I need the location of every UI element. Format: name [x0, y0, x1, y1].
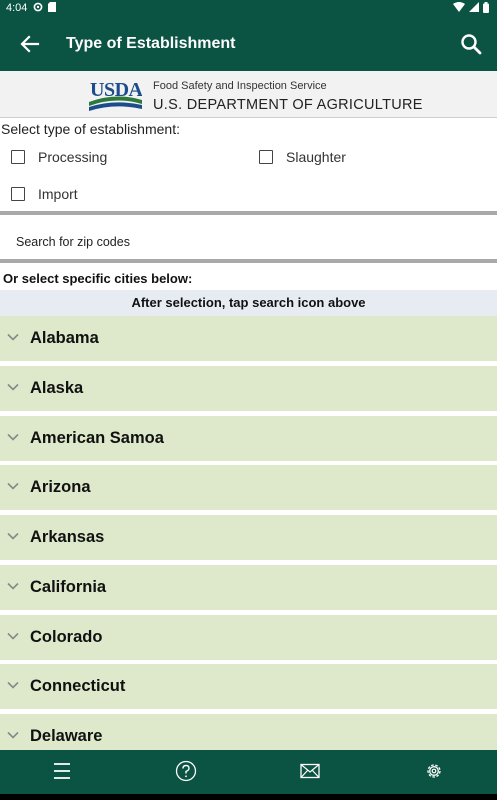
bottom-nav: [0, 750, 497, 794]
divider: [0, 211, 497, 215]
state-row[interactable]: Alaska: [0, 365, 497, 411]
chevron-down-icon: [7, 682, 19, 689]
department-name: U.S. DEPARTMENT OF AGRICULTURE: [153, 97, 423, 113]
state-name: Alabama: [30, 329, 99, 347]
chevron-down-icon: [7, 433, 19, 441]
zip-search-input[interactable]: Search for zip codes: [16, 235, 130, 249]
checkbox-icon: [11, 150, 25, 164]
chevron-down-icon: [7, 582, 19, 590]
page-title: Type of Establishment: [66, 35, 236, 52]
state-name: Delaware: [30, 727, 103, 745]
app-bar: Type of Establishment: [0, 18, 497, 71]
state-name: Arizona: [30, 478, 91, 497]
state-name: American Samoa: [30, 428, 164, 447]
back-arrow-icon[interactable]: [18, 32, 42, 56]
settings-status-icon: [33, 2, 43, 12]
agency-name: Food Safety and Inspection Service: [153, 80, 327, 92]
chevron-down-icon: [7, 632, 19, 640]
import-checkbox[interactable]: Import: [11, 186, 78, 202]
status-time: 4:04: [6, 2, 28, 14]
usda-banner: USDA Food Safety and Inspection Service …: [0, 71, 497, 118]
help-icon[interactable]: [175, 760, 197, 782]
slaughter-checkbox[interactable]: Slaughter: [259, 149, 346, 165]
chevron-down-icon: [7, 483, 19, 490]
state-row[interactable]: Connecticut: [0, 664, 497, 710]
establishment-type-label: Select type of establishment:: [1, 121, 180, 137]
state-row[interactable]: Colorado: [0, 614, 497, 660]
state-row[interactable]: American Samoa: [0, 415, 497, 461]
state-row[interactable]: Alabama: [0, 316, 497, 361]
checkbox-icon: [11, 187, 25, 201]
signal-icon: [469, 2, 479, 12]
processing-label: Processing: [38, 149, 108, 165]
status-bar: 4:04: [0, 0, 497, 18]
state-name: Arkansas: [30, 528, 105, 546]
battery-icon: [483, 2, 489, 13]
import-label: Import: [38, 186, 78, 202]
cities-label: Or select specific cities below:: [3, 271, 193, 286]
state-row[interactable]: Arkansas: [0, 515, 497, 560]
state-name: California: [30, 577, 107, 596]
wifi-icon: [453, 2, 465, 12]
search-icon[interactable]: [459, 32, 483, 56]
state-name: Colorado: [30, 627, 103, 646]
state-name: Alaska: [30, 378, 84, 397]
search-hint: After selection, tap search icon above: [0, 290, 497, 316]
menu-icon[interactable]: [51, 760, 73, 782]
checkbox-icon: [259, 150, 273, 164]
state-row[interactable]: California: [0, 564, 497, 610]
chevron-down-icon: [7, 383, 19, 391]
system-nav-bar: [0, 794, 497, 800]
chevron-down-icon: [7, 731, 19, 739]
state-name: Connecticut: [30, 677, 126, 696]
processing-checkbox[interactable]: Processing: [11, 149, 107, 165]
chevron-down-icon: [7, 333, 19, 341]
settings-icon[interactable]: [423, 760, 445, 782]
chevron-down-icon: [7, 532, 19, 540]
slaughter-label: Slaughter: [286, 149, 346, 165]
sd-card-icon: [48, 2, 56, 12]
usda-logo: USDA: [89, 79, 142, 111]
divider: [0, 259, 497, 263]
state-row[interactable]: Arizona: [0, 465, 497, 511]
mail-icon[interactable]: [299, 760, 321, 782]
